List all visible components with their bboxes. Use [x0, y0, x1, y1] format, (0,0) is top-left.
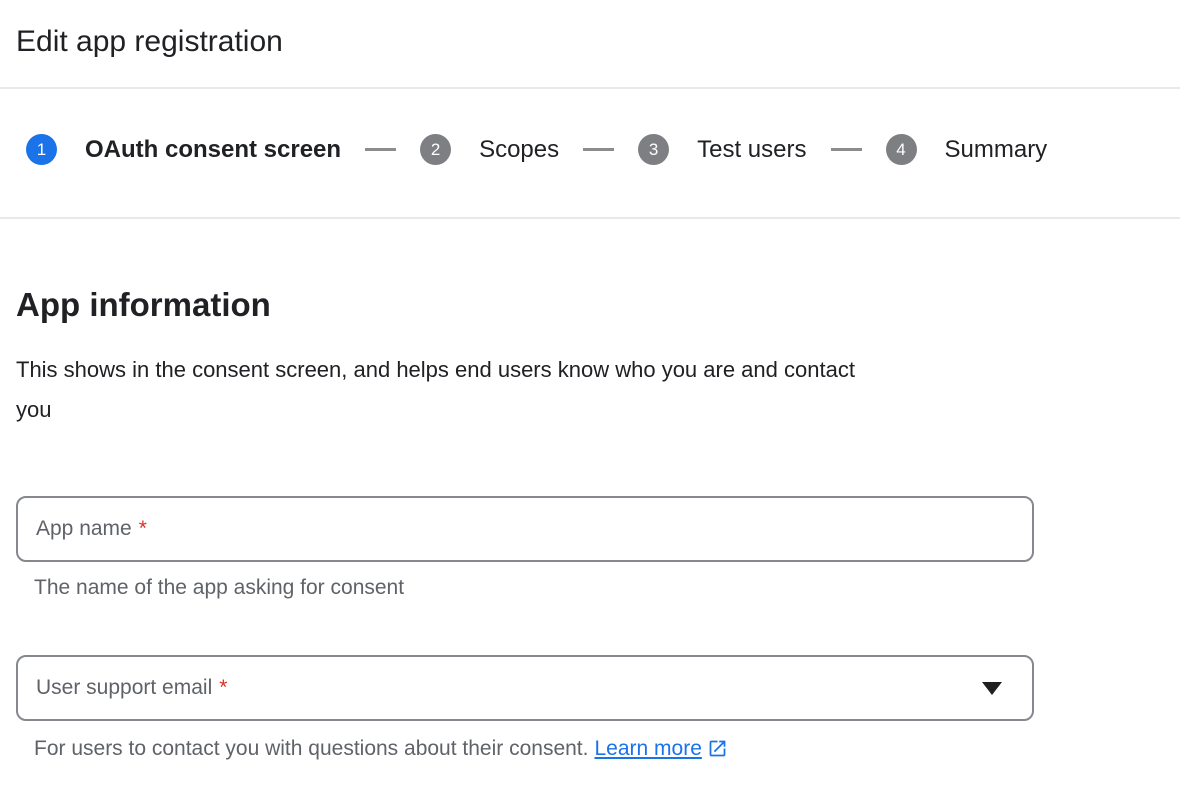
user-support-email-helper-text: For users to contact you with questions …: [34, 737, 588, 760]
step-separator-dash: [583, 148, 614, 151]
external-link-icon: [707, 738, 728, 759]
page-header: Edit app registration: [0, 0, 1180, 60]
step-4-number-badge: 4: [886, 134, 917, 165]
section-description: This shows in the consent screen, and he…: [16, 350, 1164, 430]
step-separator-dash: [831, 148, 862, 151]
step-3-label: Test users: [697, 136, 806, 164]
stepper-step-test-users[interactable]: 3 Test users: [638, 134, 806, 165]
step-4-label: Summary: [945, 136, 1048, 164]
user-support-email-helper: For users to contact you with questions …: [34, 737, 1164, 761]
stepper-divider: [0, 217, 1180, 219]
step-3-number-badge: 3: [638, 134, 669, 165]
required-asterisk: *: [139, 517, 147, 541]
section-description-line2: you: [16, 397, 51, 422]
section-heading: App information: [16, 286, 1164, 324]
user-support-email-field: User support email * For users to contac…: [16, 655, 1164, 761]
stepper-step-oauth-consent-screen[interactable]: 1 OAuth consent screen: [26, 134, 341, 165]
stepper-step-summary[interactable]: 4 Summary: [886, 134, 1048, 165]
step-2-label: Scopes: [479, 136, 559, 164]
step-1-number-badge: 1: [26, 134, 57, 165]
step-separator-dash: [365, 148, 396, 151]
learn-more-link[interactable]: Learn more: [594, 737, 701, 760]
app-name-input-label: App name: [36, 517, 132, 541]
app-information-section: App information This shows in the consen…: [0, 286, 1180, 761]
step-1-label: OAuth consent screen: [85, 136, 341, 164]
stepper: 1 OAuth consent screen 2 Scopes 3 Test u…: [0, 134, 1180, 165]
page-title: Edit app registration: [16, 24, 1164, 60]
user-support-email-label: User support email: [36, 676, 212, 700]
app-name-input[interactable]: App name *: [16, 496, 1034, 562]
app-name-helper-text: The name of the app asking for consent: [34, 576, 1164, 600]
header-divider: [0, 87, 1180, 89]
app-name-field: App name * The name of the app asking fo…: [16, 496, 1164, 600]
dropdown-caret-icon: [982, 682, 1002, 695]
user-support-email-select[interactable]: User support email *: [16, 655, 1034, 721]
stepper-step-scopes[interactable]: 2 Scopes: [420, 134, 559, 165]
section-description-line1: This shows in the consent screen, and he…: [16, 357, 855, 382]
step-2-number-badge: 2: [420, 134, 451, 165]
edit-app-registration-page: Edit app registration 1 OAuth consent sc…: [0, 0, 1180, 761]
required-asterisk: *: [219, 676, 227, 700]
